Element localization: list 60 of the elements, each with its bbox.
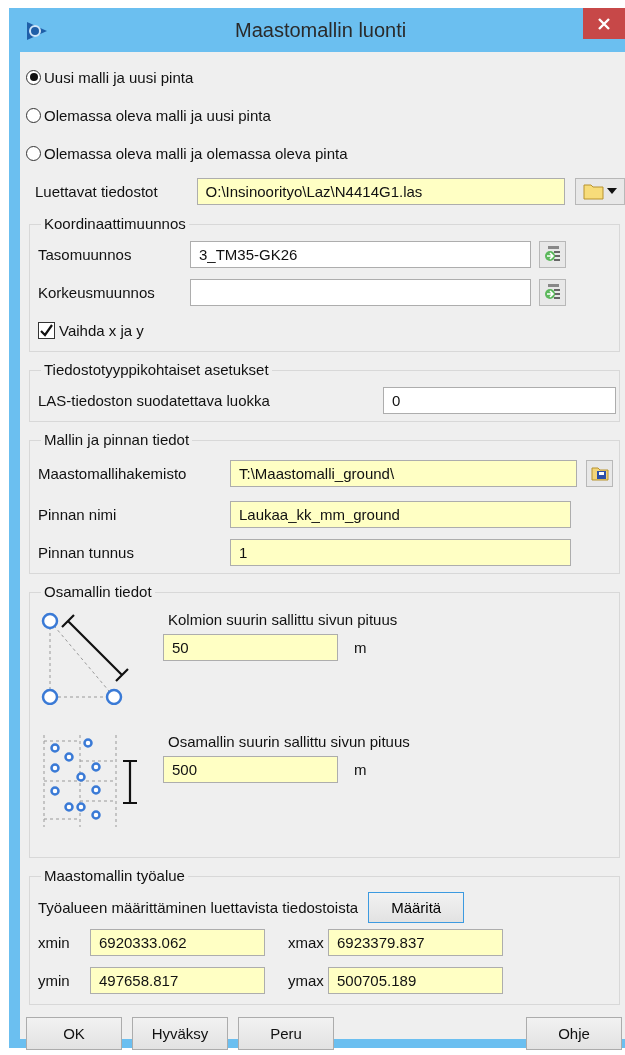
- field-label: xmin: [38, 934, 71, 951]
- radio-label: Olemassa oleva malli ja olemassa oleva pinta: [44, 144, 348, 162]
- dialog-button[interactable]: OK: [26, 1017, 122, 1050]
- field-label: Korkeusmuunnos: [38, 283, 156, 301]
- app-logo-icon: [25, 20, 49, 42]
- text-field[interactable]: 50: [163, 633, 338, 661]
- radio-button[interactable]: [26, 69, 41, 85]
- checkbox-label: Vaihda x ja y: [59, 321, 144, 339]
- dialog-button[interactable]: Ohje: [526, 1017, 622, 1050]
- text-field[interactable]: 3_TM35-GK26: [190, 240, 531, 268]
- folder-dropdown-button[interactable]: [575, 177, 625, 205]
- select-button[interactable]: [539, 240, 566, 268]
- close-button[interactable]: [583, 8, 625, 39]
- field-label: Tasomuunnos: [38, 245, 133, 263]
- field-label: Pinnan tunnus: [38, 543, 135, 561]
- group-title: Mallin ja pinnan tiedot: [41, 431, 193, 448]
- group-title: Tiedostotyyppikohtaiset asetukset: [41, 361, 272, 378]
- folder-icon: [583, 182, 606, 200]
- text-field[interactable]: 0: [383, 386, 616, 414]
- group-title: Koordinaattimuunnos: [41, 215, 189, 232]
- field-label: Työalueen määrittäminen luettavista tiedostoista: [38, 898, 359, 916]
- list-arrow-icon: [543, 245, 562, 263]
- text-field[interactable]: 6920333.062: [90, 929, 265, 956]
- unit-label: m: [354, 638, 367, 656]
- field-label: Luettavat tiedostot: [35, 182, 159, 200]
- radio-label: Uusi malli ja uusi pinta: [44, 68, 194, 86]
- text-field[interactable]: Laukaa_kk_mm_ground: [230, 500, 571, 528]
- field-label: Osamallin suurin sallittu sivun pituus: [168, 733, 410, 750]
- field-label: Kolmion suurin sallittu sivun pituus: [168, 611, 398, 628]
- text-field[interactable]: 1: [230, 538, 571, 566]
- group-title: Osamallin tiedot: [41, 583, 155, 600]
- folder-floppy-icon: [590, 465, 609, 481]
- field-label: ymin: [38, 972, 71, 989]
- radio-label: Olemassa oleva malli ja uusi pinta: [44, 106, 271, 124]
- text-field[interactable]: [190, 278, 531, 306]
- text-field[interactable]: 500705.189: [328, 967, 503, 994]
- text-field[interactable]: T:\Maastomalli_ground\: [230, 459, 577, 487]
- field-label: ymax: [288, 972, 325, 989]
- define-button[interactable]: Määritä: [368, 891, 465, 923]
- save-folder-button[interactable]: [586, 459, 613, 487]
- caret-icon: [607, 187, 618, 195]
- unit-label: m: [354, 760, 367, 778]
- checkbox[interactable]: [38, 321, 55, 339]
- field-label: LAS-tiedoston suodatettava luokka: [38, 391, 271, 409]
- text-field[interactable]: O:\Insinoorityo\Laz\N4414G1.las: [196, 177, 566, 205]
- dialog-button[interactable]: Hyväksy: [132, 1017, 228, 1050]
- radio-button[interactable]: [26, 107, 41, 123]
- group-title: Maastomallin työalue: [41, 867, 188, 884]
- close-icon: [597, 16, 611, 31]
- text-field[interactable]: 6923379.837: [328, 929, 503, 956]
- text-field[interactable]: 497658.817: [90, 967, 265, 994]
- list-arrow-icon: [543, 283, 562, 301]
- dialog-button[interactable]: Peru: [238, 1017, 334, 1050]
- radio-button[interactable]: [26, 145, 41, 161]
- field-label: xmax: [288, 934, 325, 951]
- field-label: Maastomallihakemisto: [38, 464, 188, 482]
- field-label: Pinnan nimi: [38, 505, 118, 523]
- window-title: Maastomallin luonti: [235, 18, 407, 42]
- select-button[interactable]: [539, 278, 566, 306]
- text-field[interactable]: 500: [163, 755, 338, 783]
